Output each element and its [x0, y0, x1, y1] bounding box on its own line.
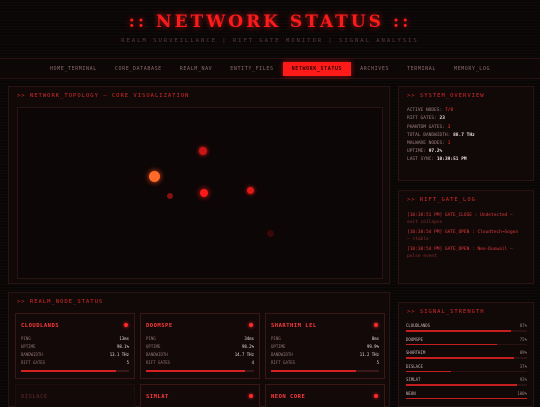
system-overview-panel: >> SYSTEM_OVERVIEW ACTIVE NODES: 7/8 RIF… [398, 86, 534, 181]
signal-row: DISLACE 37% [399, 362, 533, 376]
signal-row: NEON 100% [399, 389, 533, 403]
realm-gates-row: RIFT GATES 4 [146, 360, 254, 365]
node-north[interactable] [199, 147, 207, 155]
realm-ping-row: PING 34ms [146, 336, 254, 341]
realm-bandwidth-row: BANDWIDTH 14.7 THz [146, 352, 254, 357]
network-topology-panel: >> NETWORK_TOPOLOGY — CORE VISUALIZATION [8, 86, 390, 284]
realm-name: SHARTHIM LEL [271, 323, 317, 329]
signal-row: SHARTHIM 89% [399, 348, 533, 362]
main-nav: HOME_TERMINAL CORE_DATABASE REALM_NAV EN… [0, 58, 540, 79]
realm-uptime-row: UPTIME 98.2% [146, 344, 254, 349]
signal-row: CLOUDLANDS 87% [399, 321, 533, 335]
realm-load-bar [21, 370, 129, 372]
realm-card-simlat[interactable]: SIMLAT [140, 384, 260, 407]
node-southeast[interactable] [267, 230, 274, 237]
signal-row: SIMLAT 92% [399, 375, 533, 389]
realm-card-sharthim[interactable]: SHARTHIM LEL PING 8ms UPTIME 99.9% BANDWID… [265, 313, 385, 379]
signal-row: DOOMSPE 75% [399, 335, 533, 349]
realm-load-bar [271, 370, 379, 372]
realm-bandwidth-row: BANDWIDTH 11.2 THz [271, 352, 379, 357]
stat-total-bandwidth: TOTAL BANDWIDTH: 88.7 THz [407, 132, 475, 138]
topology-header: >> NETWORK_TOPOLOGY — CORE VISUALIZATION [17, 93, 190, 99]
realm-ping-row: PING 8ms [271, 336, 379, 341]
status-dot [249, 394, 253, 398]
stat-uptime: UPTIME: 97.2% [407, 149, 443, 155]
realm-gates-row: RIFT GATES 5 [271, 360, 379, 365]
node-left[interactable] [167, 193, 173, 199]
log-entry: [10:38:54 PM] GATE_OPEN : Neo-Dunwall — p… [407, 247, 513, 259]
stat-last-sync: LAST SYNC: 10:39:51 PM [407, 157, 467, 163]
tab-core-database[interactable]: CORE_DATABASE [106, 62, 171, 76]
stat-rift-gates: RIFT GATES: 23 [407, 116, 445, 122]
signal-strength-panel: >> SIGNAL_STRENGTH CLOUDLANDS 87% DOOMSPE… [398, 302, 534, 407]
realm-name: DISLACE [21, 394, 48, 400]
realm-name: NEON CORE [271, 394, 306, 400]
node-center[interactable] [200, 189, 208, 197]
page-title: :: NETWORK STATUS :: [128, 12, 412, 32]
tab-entity-files[interactable]: ENTITY_FILES [221, 62, 282, 76]
tab-realm-nav[interactable]: REALM_NAV [171, 62, 222, 76]
stat-phantom-gates: PHANTOM GATES: 3 [407, 124, 451, 130]
realm-uptime-row: UPTIME 98.1% [21, 344, 129, 349]
topology-canvas[interactable] [17, 107, 383, 279]
realm-name: CLOUDLANDS [21, 323, 60, 329]
rift-header: >> RIFT_GATE_LOG [407, 197, 476, 203]
tab-terminal[interactable]: TERMINAL [398, 62, 445, 76]
status-dot [374, 323, 378, 327]
realm-header: >> REALM_NODE_STATUS [17, 299, 104, 305]
realm-ping-row: PING 13ms [21, 336, 129, 341]
signal-header: >> SIGNAL_STRENGTH [407, 309, 485, 315]
realm-name: SIMLAT [146, 394, 169, 400]
rift-gate-log-panel: >> RIFT_GATE_LOG [10:38:51 PM] GATE_CLOS… [398, 190, 534, 284]
log-entry: [10:38:51 PM] GATE_CLOSE : Undetected — e… [407, 213, 513, 225]
status-dot [124, 323, 128, 327]
status-dot [374, 394, 378, 398]
tab-memory-log[interactable]: MEMORY_LOG [445, 62, 499, 76]
realm-card-neon-core[interactable]: NEON CORE [265, 384, 385, 407]
realm-card-cloudlands[interactable]: CLOUDLANDS PING 13ms UPTIME 98.1% BANDWIDT… [15, 313, 135, 379]
realm-bandwidth-row: BANDWIDTH 13.1 THz [21, 352, 129, 357]
status-dot [249, 323, 253, 327]
realm-card-doomspe[interactable]: DOOMSPE PING 34ms UPTIME 98.2% BANDWIDTH 14… [140, 313, 260, 379]
system-header: >> SYSTEM_OVERVIEW [407, 93, 485, 99]
stat-active-nodes: ACTIVE NODES: 7/8 [407, 108, 454, 114]
node-east[interactable] [247, 187, 254, 194]
tab-archives[interactable]: ARCHIVES [351, 62, 398, 76]
tab-home-terminal[interactable]: HOME_TERMINAL [41, 62, 106, 76]
node-hub[interactable] [149, 171, 160, 182]
tab-network-status[interactable]: NETWORK_STATUS [282, 61, 352, 76]
realm-load-bar [146, 370, 254, 372]
page-subtitle: REALM SURVEILLANCE | RIFT GATE MONITOR |… [121, 38, 419, 44]
realm-node-status-panel: >> REALM_NODE_STATUS CLOUDLANDS PING 13ms… [8, 292, 390, 407]
realm-gates-row: RIFT GATES 5 [21, 360, 129, 365]
realm-card-dislace[interactable]: DISLACE [15, 384, 135, 407]
realm-name: DOOMSPE [146, 323, 173, 329]
stat-malware-nodes: MALWARE NODES: 1 [407, 140, 451, 146]
page-header: :: NETWORK STATUS :: REALM SURVEILLANCE … [0, 0, 540, 58]
log-entry: [10:38:54 PM] GATE_OPEN : Cloudtech→Sogo… [407, 230, 519, 242]
realm-uptime-row: UPTIME 99.9% [271, 344, 379, 349]
